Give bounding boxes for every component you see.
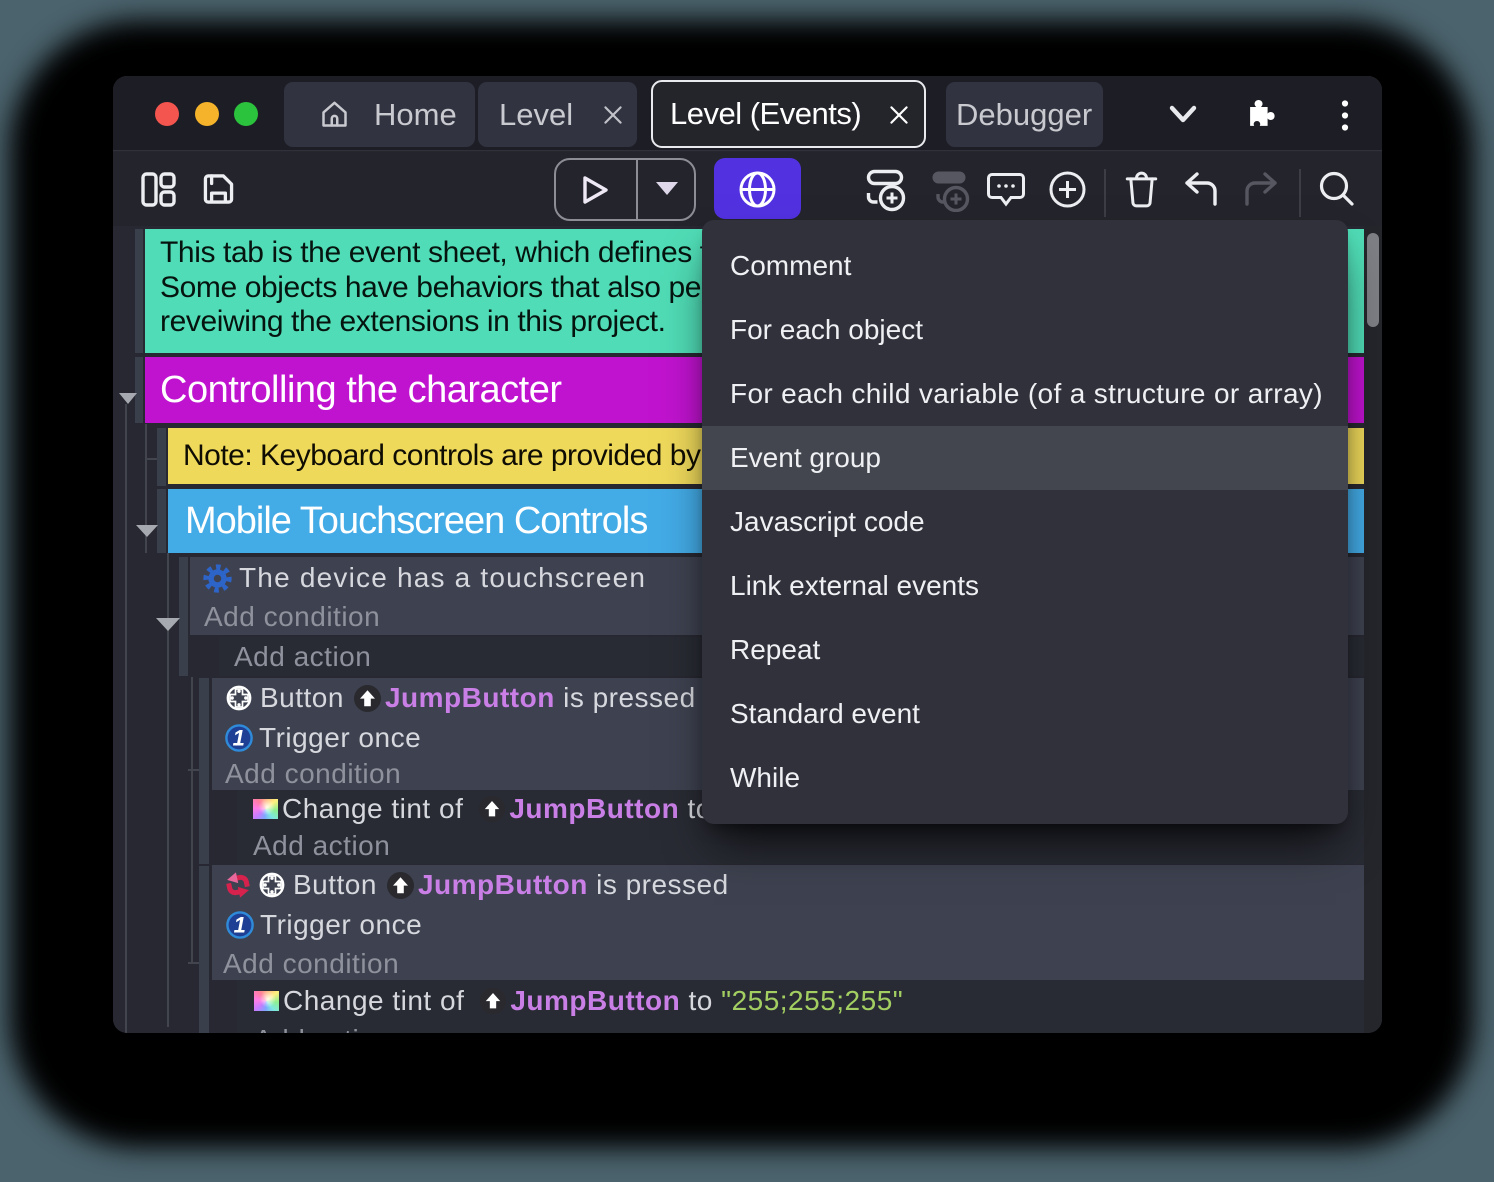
svg-text:1: 1 bbox=[233, 726, 246, 751]
svg-text:1: 1 bbox=[234, 913, 247, 938]
